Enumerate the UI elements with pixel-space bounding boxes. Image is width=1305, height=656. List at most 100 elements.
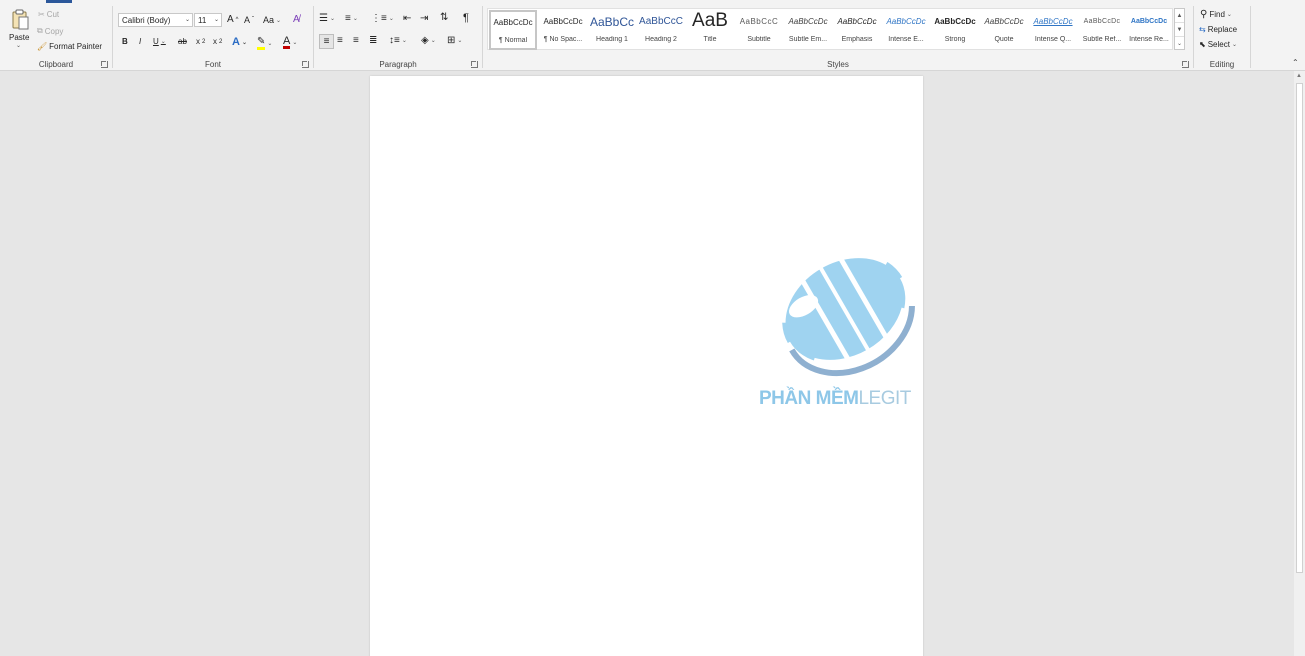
replace-button[interactable]: ⇆ Replace [1199, 25, 1237, 34]
align-center-icon: ≡ [337, 35, 343, 46]
search-icon: ⚲ [1200, 9, 1208, 20]
align-left-button[interactable]: ≡ [319, 34, 334, 49]
paste-button[interactable]: Paste [9, 33, 29, 42]
font-size-combo[interactable]: 11 ⌄ [194, 13, 222, 27]
paragraph-launcher-icon[interactable] [471, 61, 478, 68]
styles-group: Styles [483, 0, 1193, 71]
italic-button[interactable]: I [139, 37, 141, 46]
sort-button[interactable]: ⇅ [440, 12, 448, 23]
borders-icon: ⊞ [447, 35, 456, 46]
chevron-down-icon: ⌄ [276, 17, 282, 24]
copy-button[interactable]: ⧉ Copy [37, 26, 63, 36]
paragraph-group-label: Paragraph [379, 60, 417, 69]
outdent-icon: ⇤ [403, 13, 412, 24]
increase-indent-button[interactable]: ⇥ [420, 13, 428, 24]
multilevel-list-button[interactable]: ⋮≡ ⌄ [371, 13, 394, 24]
find-button[interactable]: ⚲ Find ⌄ [1200, 9, 1232, 20]
group-divider [1250, 6, 1251, 68]
watermark-logo: PHẦN MỀMLEGIT [759, 248, 939, 418]
shading-button[interactable]: ◈ ⌄ [421, 35, 436, 46]
chevron-down-icon: ⌄ [184, 17, 190, 23]
clipboard-group-label: Clipboard [38, 60, 74, 69]
document-canvas[interactable] [0, 71, 1294, 656]
brush-icon: 🖌 [37, 42, 48, 51]
clipboard-launcher-icon[interactable] [101, 61, 108, 68]
borders-button[interactable]: ⊞ ⌄ [447, 35, 462, 46]
font-launcher-icon[interactable] [302, 61, 309, 68]
chevron-down-icon: ⌄ [430, 38, 436, 44]
subscript-button[interactable]: x2 [196, 37, 205, 46]
superscript-button[interactable]: x2 [213, 37, 222, 46]
editing-group: ⚲ Find ⌄ ⇆ Replace ⬉ Select ⌄ Editing [1194, 0, 1250, 71]
cursor-icon: ⬉ [1199, 40, 1206, 49]
clear-formatting-icon: A̸ [293, 14, 300, 25]
copy-icon: ⧉ [37, 26, 43, 35]
multilevel-list-icon: ⋮≡ [371, 13, 387, 24]
chevron-down-icon: ⌄ [401, 38, 407, 44]
highlight-button[interactable]: ✎ ⌄ [257, 36, 272, 50]
globe-logo-icon [780, 253, 915, 377]
chevron-down-icon: ⌄ [1226, 12, 1232, 18]
numbered-list-icon: ≡ [345, 13, 351, 24]
numbering-button[interactable]: ≡ ⌄ [345, 13, 358, 24]
justify-button[interactable]: ≣ [369, 35, 377, 46]
collapse-ribbon-button[interactable]: ⌃ [1292, 58, 1299, 67]
chevron-down-icon: ⌄ [388, 16, 394, 22]
grow-font-button[interactable]: A ^ [227, 14, 239, 25]
font-group: Calibri (Body) ⌄ 11 ⌄ A ^ Aˇ Aa ⌄ A̸ B I U… [113, 0, 313, 71]
align-right-button[interactable]: ≡ [353, 35, 359, 46]
vertical-scrollbar[interactable]: ▲ [1294, 71, 1305, 656]
styles-launcher-icon[interactable] [1182, 61, 1189, 68]
pilcrow-icon: ¶ [463, 12, 469, 24]
justify-icon: ≣ [369, 35, 378, 46]
text-effects-button[interactable]: A ⌄ [232, 36, 247, 48]
align-right-icon: ≡ [353, 35, 359, 46]
chevron-down-icon: ⌄ [1231, 42, 1237, 48]
chevron-down-icon: ⌄ [160, 39, 166, 45]
select-button[interactable]: ⬉ Select ⌄ [1199, 40, 1237, 49]
indent-icon: ⇥ [420, 13, 429, 24]
align-left-icon: ≡ [323, 36, 330, 47]
strikethrough-button[interactable]: ab [178, 37, 187, 46]
font-name-combo[interactable]: Calibri (Body) ⌄ [118, 13, 193, 27]
chevron-down-icon: ⌄ [329, 16, 335, 22]
highlighter-icon: ✎ [257, 36, 266, 50]
align-center-button[interactable]: ≡ [337, 35, 343, 46]
scrollbar-thumb[interactable] [1296, 83, 1303, 573]
chevron-down-icon: ⌄ [457, 38, 463, 44]
chevron-down-icon: ⌄ [292, 40, 298, 46]
clipboard-group: Paste ⌄ ✂ Cut ⧉ Copy 🖌 Format Painter Cl… [0, 0, 112, 71]
bullets-button[interactable]: ☰ ⌄ [319, 13, 335, 24]
cut-button[interactable]: ✂ Cut [38, 10, 59, 19]
bold-button[interactable]: B [122, 37, 128, 46]
format-painter-button[interactable]: 🖌 Format Painter [37, 42, 102, 51]
line-spacing-icon: ↕≡ [389, 35, 400, 46]
styles-group-label: Styles [827, 60, 849, 69]
underline-button[interactable]: U ⌄ [153, 37, 166, 46]
ribbon: Paste ⌄ ✂ Cut ⧉ Copy 🖌 Format Painter Cl… [0, 0, 1305, 71]
watermark-text: PHẦN MỀMLEGIT [759, 388, 911, 409]
scissors-icon: ✂ [38, 10, 45, 19]
shrink-font-button[interactable]: Aˇ [244, 15, 254, 25]
line-spacing-button[interactable]: ↕≡ ⌄ [389, 35, 407, 46]
chevron-up-icon: ⌃ [1292, 58, 1299, 67]
chevron-down-icon: ⌄ [213, 17, 219, 23]
chevron-down-icon: ⌄ [352, 16, 358, 22]
decrease-indent-button[interactable]: ⇤ [403, 13, 411, 24]
sort-icon: ⇅ [440, 12, 449, 23]
chevron-down-icon: ⌄ [241, 39, 247, 46]
replace-icon: ⇆ [1199, 25, 1206, 34]
paste-dropdown-icon[interactable]: ⌄ [16, 42, 21, 49]
font-color-button[interactable]: A ⌄ [283, 36, 297, 49]
change-case-button[interactable]: Aa ⌄ [263, 15, 281, 25]
paste-icon[interactable] [11, 9, 29, 31]
bullet-list-icon: ☰ [319, 13, 328, 24]
show-formatting-button[interactable]: ¶ [463, 12, 469, 24]
clear-formatting-button[interactable]: A̸ [293, 14, 300, 25]
font-group-label: Font [204, 60, 221, 69]
chevron-down-icon: ⌄ [267, 40, 273, 47]
editing-group-label: Editing [1209, 60, 1235, 69]
paragraph-group: ☰ ⌄ ≡ ⌄ ⋮≡ ⌄ ⇤ ⇥ ⇅ ¶ ≡ ≡ ≡ ≣ ↕≡ ⌄ ◈ ⌄ ⊞ ⌄ Para… [314, 0, 482, 71]
paint-bucket-icon: ◈ [421, 35, 429, 46]
scroll-up-icon[interactable]: ▲ [1296, 73, 1302, 79]
